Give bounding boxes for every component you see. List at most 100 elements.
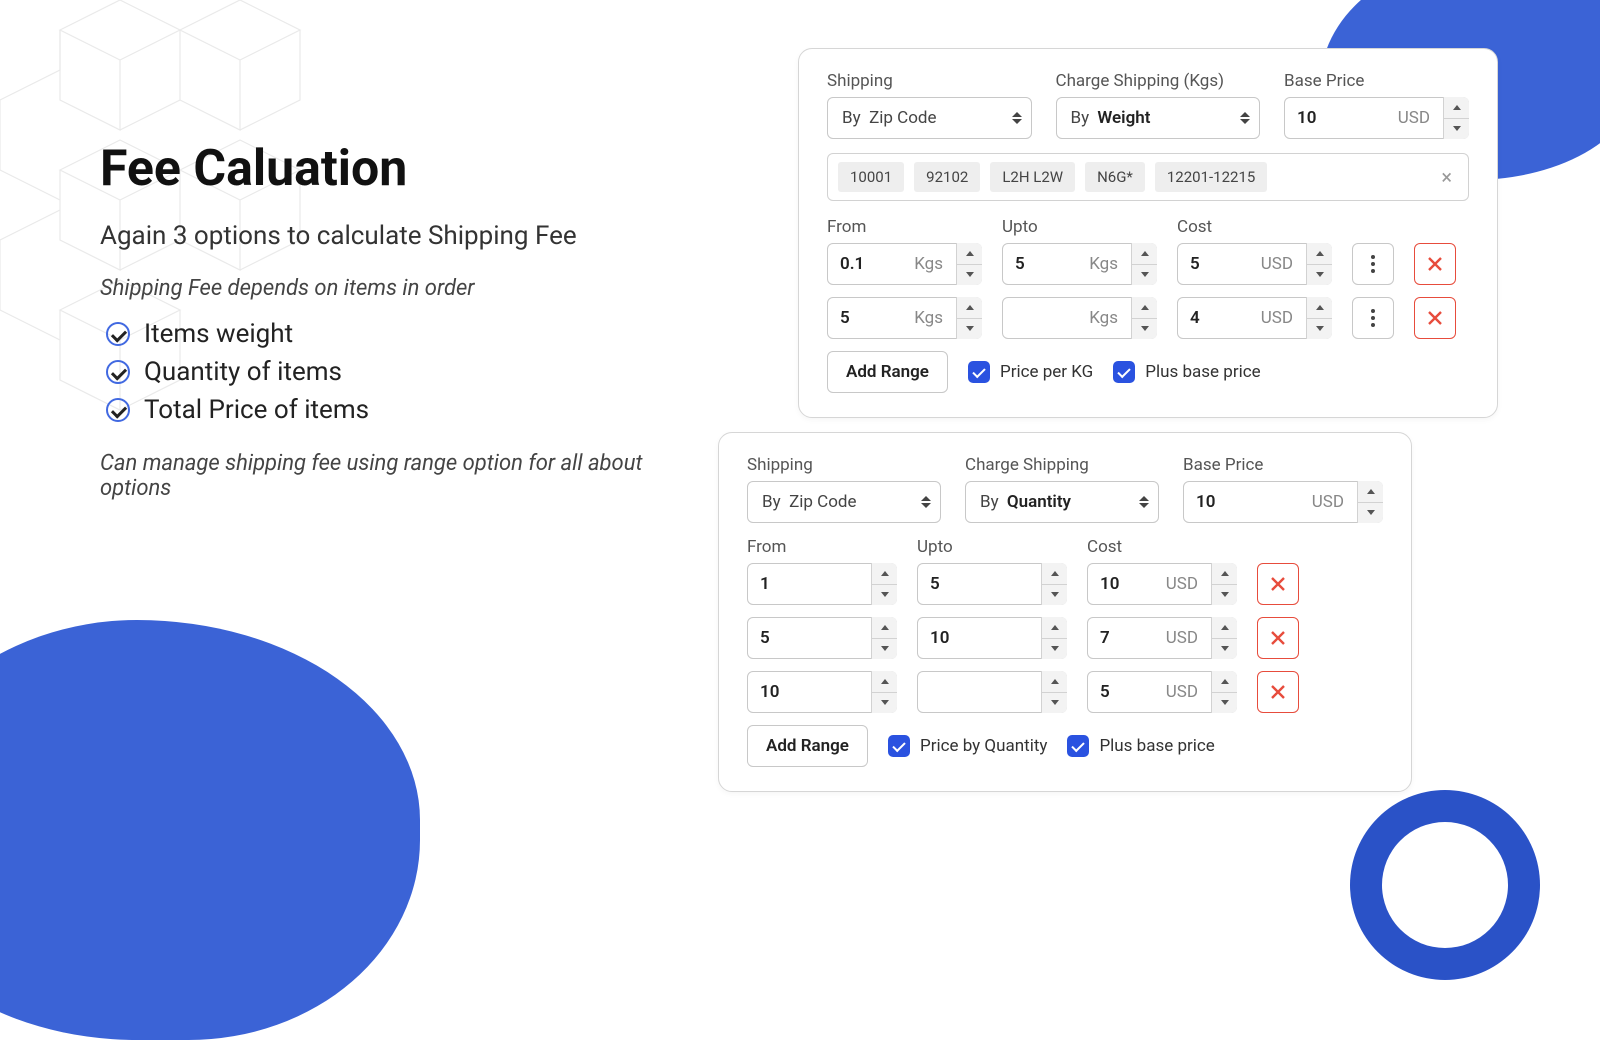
label-cost: Cost: [1087, 537, 1237, 557]
label-shipping: Shipping: [747, 455, 941, 475]
select-shipping[interactable]: By Zip Code: [747, 481, 941, 523]
add-range-button[interactable]: Add Range: [747, 725, 868, 767]
row-menu-button[interactable]: [1352, 243, 1394, 285]
input-cost[interactable]: 7USD: [1087, 617, 1237, 659]
input-cost[interactable]: 5USD: [1177, 243, 1332, 285]
close-icon: [1269, 629, 1287, 647]
checkbox-plus-base-price[interactable]: Plus base price: [1067, 735, 1214, 757]
stepper-icon[interactable]: [1131, 243, 1157, 285]
check-icon: [106, 398, 130, 422]
chevron-sort-icon: [1012, 112, 1022, 124]
select-charge-shipping[interactable]: By Weight: [1056, 97, 1261, 139]
checkbox-price-per-kg[interactable]: Price per KG: [968, 361, 1093, 383]
stepper-icon[interactable]: [1443, 97, 1469, 139]
stepper-icon[interactable]: [1357, 481, 1383, 523]
input-cost[interactable]: 4USD: [1177, 297, 1332, 339]
input-upto[interactable]: Kgs: [1002, 297, 1157, 339]
dots-vertical-icon: [1371, 255, 1375, 273]
label-upto: Upto: [1002, 217, 1157, 237]
input-from[interactable]: 0.1Kgs: [827, 243, 982, 285]
label-shipping: Shipping: [827, 71, 1032, 91]
stepper-icon[interactable]: [871, 671, 897, 713]
row-menu-button[interactable]: [1352, 297, 1394, 339]
input-upto[interactable]: 10: [917, 617, 1067, 659]
feature-item: Items weight: [144, 319, 293, 349]
decor-ring-bottom-right: [1350, 790, 1540, 980]
stepper-icon[interactable]: [956, 243, 982, 285]
checkbox-icon: [968, 361, 990, 383]
label-from: From: [827, 217, 982, 237]
delete-row-button[interactable]: [1414, 243, 1456, 285]
delete-row-button[interactable]: [1414, 297, 1456, 339]
clear-chips-icon[interactable]: ×: [1435, 165, 1458, 189]
checkbox-price-by-quantity[interactable]: Price by Quantity: [888, 735, 1047, 757]
checkbox-icon: [1067, 735, 1089, 757]
stepper-icon[interactable]: [1041, 617, 1067, 659]
close-icon: [1426, 255, 1444, 273]
label-base-price: Base Price: [1284, 71, 1469, 91]
chip[interactable]: 10001: [838, 162, 904, 192]
checkbox-plus-base-price[interactable]: Plus base price: [1113, 361, 1260, 383]
feature-list: Items weight Quantity of items Total Pri…: [106, 319, 650, 425]
chip[interactable]: 12201-12215: [1155, 162, 1267, 192]
checkbox-icon: [888, 735, 910, 757]
close-icon: [1269, 575, 1287, 593]
feature-item: Quantity of items: [144, 357, 342, 387]
stepper-icon[interactable]: [1041, 563, 1067, 605]
input-upto[interactable]: 5: [917, 563, 1067, 605]
zipcode-chip-input[interactable]: 10001 92102 L2H L2W N6G* 12201-12215 ×: [827, 153, 1469, 201]
chip[interactable]: 92102: [914, 162, 980, 192]
stepper-icon[interactable]: [1131, 297, 1157, 339]
label-charge-shipping: Charge Shipping: [965, 455, 1159, 475]
chip[interactable]: N6G*: [1085, 162, 1145, 192]
stepper-icon[interactable]: [871, 563, 897, 605]
select-shipping[interactable]: By Zip Code: [827, 97, 1032, 139]
label-cost: Cost: [1177, 217, 1332, 237]
delete-row-button[interactable]: [1257, 617, 1299, 659]
stepper-icon[interactable]: [1041, 671, 1067, 713]
close-icon: [1269, 683, 1287, 701]
feature-item: Total Price of items: [144, 395, 369, 425]
dots-vertical-icon: [1371, 309, 1375, 327]
stepper-icon[interactable]: [1306, 243, 1332, 285]
input-upto[interactable]: [917, 671, 1067, 713]
input-from[interactable]: 5: [747, 617, 897, 659]
input-from[interactable]: 5Kgs: [827, 297, 982, 339]
input-from[interactable]: 10: [747, 671, 897, 713]
stepper-icon[interactable]: [956, 297, 982, 339]
chevron-sort-icon: [1240, 112, 1250, 124]
panel-shipping-by-quantity: Shipping By Zip Code Charge Shipping By …: [718, 432, 1412, 792]
note-depends: Shipping Fee depends on items in order: [100, 276, 650, 301]
stepper-icon[interactable]: [1211, 617, 1237, 659]
stepper-icon[interactable]: [871, 617, 897, 659]
panel-shipping-by-weight: Shipping By Zip Code Charge Shipping (Kg…: [798, 48, 1498, 418]
check-icon: [106, 360, 130, 384]
label-base-price: Base Price: [1183, 455, 1383, 475]
input-base-price[interactable]: 10USD: [1284, 97, 1469, 139]
check-icon: [106, 322, 130, 346]
label-from: From: [747, 537, 897, 557]
intro-panel: Fee Caluation Again 3 options to calcula…: [100, 140, 650, 519]
input-cost[interactable]: 5USD: [1087, 671, 1237, 713]
input-from[interactable]: 1: [747, 563, 897, 605]
delete-row-button[interactable]: [1257, 671, 1299, 713]
note-manage: Can manage shipping fee using range opti…: [100, 451, 650, 501]
page-title: Fee Caluation: [100, 140, 650, 198]
stepper-icon[interactable]: [1306, 297, 1332, 339]
decor-blob-bottom-left: [0, 620, 420, 1040]
close-icon: [1426, 309, 1444, 327]
input-cost[interactable]: 10USD: [1087, 563, 1237, 605]
select-charge-shipping[interactable]: By Quantity: [965, 481, 1159, 523]
input-base-price[interactable]: 10USD: [1183, 481, 1383, 523]
page-subtitle: Again 3 options to calculate Shipping Fe…: [100, 220, 650, 254]
delete-row-button[interactable]: [1257, 563, 1299, 605]
input-upto[interactable]: 5Kgs: [1002, 243, 1157, 285]
chevron-sort-icon: [921, 496, 931, 508]
chip[interactable]: L2H L2W: [990, 162, 1075, 192]
label-charge-shipping: Charge Shipping (Kgs): [1056, 71, 1261, 91]
stepper-icon[interactable]: [1211, 563, 1237, 605]
label-upto: Upto: [917, 537, 1067, 557]
checkbox-icon: [1113, 361, 1135, 383]
stepper-icon[interactable]: [1211, 671, 1237, 713]
add-range-button[interactable]: Add Range: [827, 351, 948, 393]
